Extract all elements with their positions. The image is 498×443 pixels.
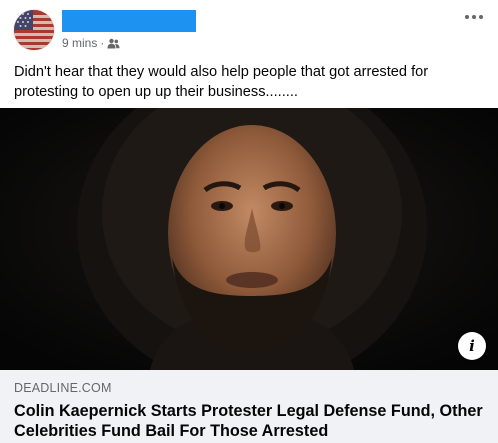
- post-header: 9 mins ·: [14, 10, 484, 54]
- link-preview-image[interactable]: i: [0, 108, 498, 370]
- facebook-post: 9 mins · Didn't hear that they would als…: [0, 0, 498, 443]
- info-icon[interactable]: i: [458, 332, 486, 360]
- avatar[interactable]: [14, 10, 54, 50]
- more-options-icon[interactable]: [460, 10, 488, 24]
- post-timestamp[interactable]: 9 mins: [62, 36, 97, 50]
- meta-separator: ·: [100, 36, 105, 50]
- link-preview-footer[interactable]: DEADLINE.COM Colin Kaepernick Starts Pro…: [0, 370, 498, 443]
- post-text: Didn't hear that they would also help pe…: [14, 64, 429, 100]
- post-meta: 9 mins ·: [62, 35, 120, 51]
- american-flag-avatar-image: [14, 10, 54, 50]
- friends-icon[interactable]: [107, 38, 120, 49]
- link-domain: DEADLINE.COM: [14, 381, 112, 395]
- redacted-author-name[interactable]: [62, 10, 196, 32]
- link-title[interactable]: Colin Kaepernick Starts Protester Legal …: [14, 401, 492, 441]
